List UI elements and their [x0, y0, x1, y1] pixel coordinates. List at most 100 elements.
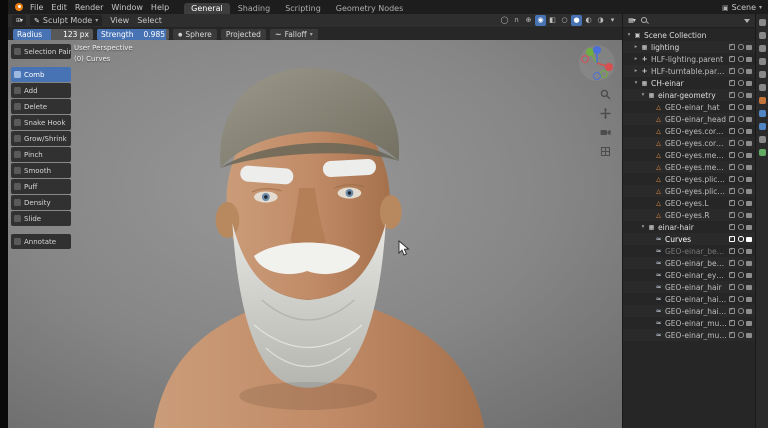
expand-toggle[interactable]: ▾ [632, 80, 640, 86]
hide-viewport-icon[interactable] [737, 236, 744, 242]
selectable-checkbox[interactable] [729, 199, 735, 206]
disable-render-icon[interactable] [746, 188, 752, 194]
selectable-checkbox[interactable] [729, 235, 735, 242]
menu-item[interactable]: File [26, 3, 47, 12]
hide-viewport-icon[interactable] [737, 284, 744, 290]
hide-viewport-icon[interactable] [737, 68, 744, 74]
selectable-checkbox[interactable] [729, 115, 735, 122]
workspace-tab[interactable]: General [184, 3, 230, 14]
shading-dropdown-icon[interactable]: ▾ [607, 15, 618, 26]
outliner-row[interactable]: GEO-eyes.meniscus.R [623, 161, 755, 173]
menu-item[interactable]: View [106, 16, 133, 25]
output-properties-icon[interactable] [758, 45, 766, 52]
selectable-checkbox[interactable] [729, 163, 735, 170]
hide-viewport-icon[interactable] [737, 80, 744, 86]
falloff-dropdown[interactable]: Falloff [269, 29, 318, 40]
disable-render-icon[interactable] [746, 308, 752, 314]
tool-button[interactable]: Delete [11, 99, 71, 114]
outliner-row[interactable]: GEO-einar_hair.messy [623, 293, 755, 305]
overlays-toggle-icon[interactable]: ◉ [535, 15, 546, 26]
disable-render-icon[interactable] [746, 80, 752, 86]
expand-toggle[interactable]: ▾ [639, 224, 647, 230]
object-data-properties-icon[interactable] [758, 149, 766, 156]
selectable-checkbox[interactable] [729, 43, 735, 50]
viewport-canvas[interactable]: User Perspective (0) Curves Selection Pa… [8, 40, 622, 428]
proportional-edit-icon[interactable]: ◯ [499, 15, 510, 26]
disable-render-icon[interactable] [746, 152, 752, 158]
outliner-row[interactable]: GEO-eyes.cornea.R [623, 137, 755, 149]
selectable-checkbox[interactable] [729, 139, 735, 146]
particle-properties-icon[interactable] [758, 123, 766, 130]
disable-render-icon[interactable] [746, 200, 752, 206]
menu-item[interactable]: Select [133, 16, 166, 25]
disable-render-icon[interactable] [746, 212, 752, 218]
selectable-checkbox[interactable] [729, 307, 735, 314]
disable-render-icon[interactable] [746, 176, 752, 182]
outliner-row[interactable]: ▸ HLF-lighting.parent [623, 53, 755, 65]
outliner-row[interactable]: Curves [623, 233, 755, 245]
tool-button[interactable]: Puff [11, 179, 71, 194]
outliner-row[interactable]: GEO-eyes.plica_semilun.R [623, 185, 755, 197]
disable-render-icon[interactable] [746, 56, 752, 62]
outliner-row[interactable]: GEO-eyes.R [623, 209, 755, 221]
hide-viewport-icon[interactable] [737, 320, 744, 326]
expand-toggle[interactable]: ▸ [632, 68, 640, 74]
selectable-checkbox[interactable] [729, 295, 735, 302]
world-properties-icon[interactable] [758, 84, 766, 91]
object-properties-icon[interactable] [758, 97, 766, 104]
hide-viewport-icon[interactable] [737, 116, 744, 122]
hide-viewport-icon[interactable] [737, 212, 744, 218]
selectable-checkbox[interactable] [729, 247, 735, 254]
disable-render-icon[interactable] [746, 68, 752, 74]
render-properties-icon[interactable] [758, 32, 766, 39]
disable-render-icon[interactable] [746, 92, 752, 98]
selectable-checkbox[interactable] [729, 211, 735, 218]
scene-selector[interactable]: Scene [722, 3, 764, 12]
tool-button[interactable]: Annotate [11, 234, 71, 249]
outliner-row[interactable]: GEO-einar_eyebrows [623, 269, 755, 281]
outliner-row[interactable]: GEO-eyes.meniscus.L [623, 149, 755, 161]
hide-viewport-icon[interactable] [737, 92, 744, 98]
disable-render-icon[interactable] [746, 116, 752, 122]
hide-viewport-icon[interactable] [737, 140, 744, 146]
sphere-brush-button[interactable]: Sphere [173, 29, 217, 40]
outliner-row[interactable]: GEO-einar_mustache [623, 317, 755, 329]
workspace-tab[interactable]: Geometry Nodes [329, 3, 410, 14]
selectable-checkbox[interactable] [729, 103, 735, 110]
disable-render-icon[interactable] [746, 128, 752, 134]
menu-item[interactable]: Render [71, 3, 107, 12]
hide-viewport-icon[interactable] [737, 104, 744, 110]
modifier-properties-icon[interactable] [758, 110, 766, 117]
hide-viewport-icon[interactable] [737, 332, 744, 338]
hide-viewport-icon[interactable] [737, 200, 744, 206]
selectable-checkbox[interactable] [729, 151, 735, 158]
xray-toggle-icon[interactable]: ◧ [547, 15, 558, 26]
selectable-checkbox[interactable] [729, 271, 735, 278]
selectable-checkbox[interactable] [729, 67, 735, 74]
selectable-checkbox[interactable] [729, 175, 735, 182]
shading-solid-icon[interactable]: ● [571, 15, 582, 26]
editor-type-icon[interactable] [12, 15, 26, 26]
shading-material-icon[interactable]: ◐ [583, 15, 594, 26]
menu-item[interactable]: Help [147, 3, 173, 12]
hide-viewport-icon[interactable] [737, 248, 744, 254]
tool-button[interactable]: Add [11, 83, 71, 98]
blender-logo-icon[interactable] [12, 3, 23, 11]
hide-viewport-icon[interactable] [737, 188, 744, 194]
disable-render-icon[interactable] [746, 260, 752, 266]
selectable-checkbox[interactable] [729, 319, 735, 326]
outliner-row[interactable]: ▾ einar-hair [623, 221, 755, 233]
camera-view-icon[interactable] [599, 126, 611, 138]
disable-render-icon[interactable] [746, 164, 752, 170]
hide-viewport-icon[interactable] [737, 164, 744, 170]
hide-viewport-icon[interactable] [737, 152, 744, 158]
hide-viewport-icon[interactable] [737, 272, 744, 278]
outliner-row[interactable]: GEO-einar_mustache.messy [623, 329, 755, 341]
3d-viewport[interactable]: Sculpt Mode ViewSelect ◯ ∩ ⊕ ◉ [8, 14, 622, 428]
outliner-row[interactable]: GEO-eyes.plica_semilun.L [623, 173, 755, 185]
selectable-checkbox[interactable] [729, 127, 735, 134]
outliner-row[interactable]: ▾ CH-einar [623, 77, 755, 89]
expand-toggle[interactable]: ▸ [632, 44, 640, 50]
hide-viewport-icon[interactable] [737, 260, 744, 266]
selectable-checkbox[interactable] [729, 187, 735, 194]
